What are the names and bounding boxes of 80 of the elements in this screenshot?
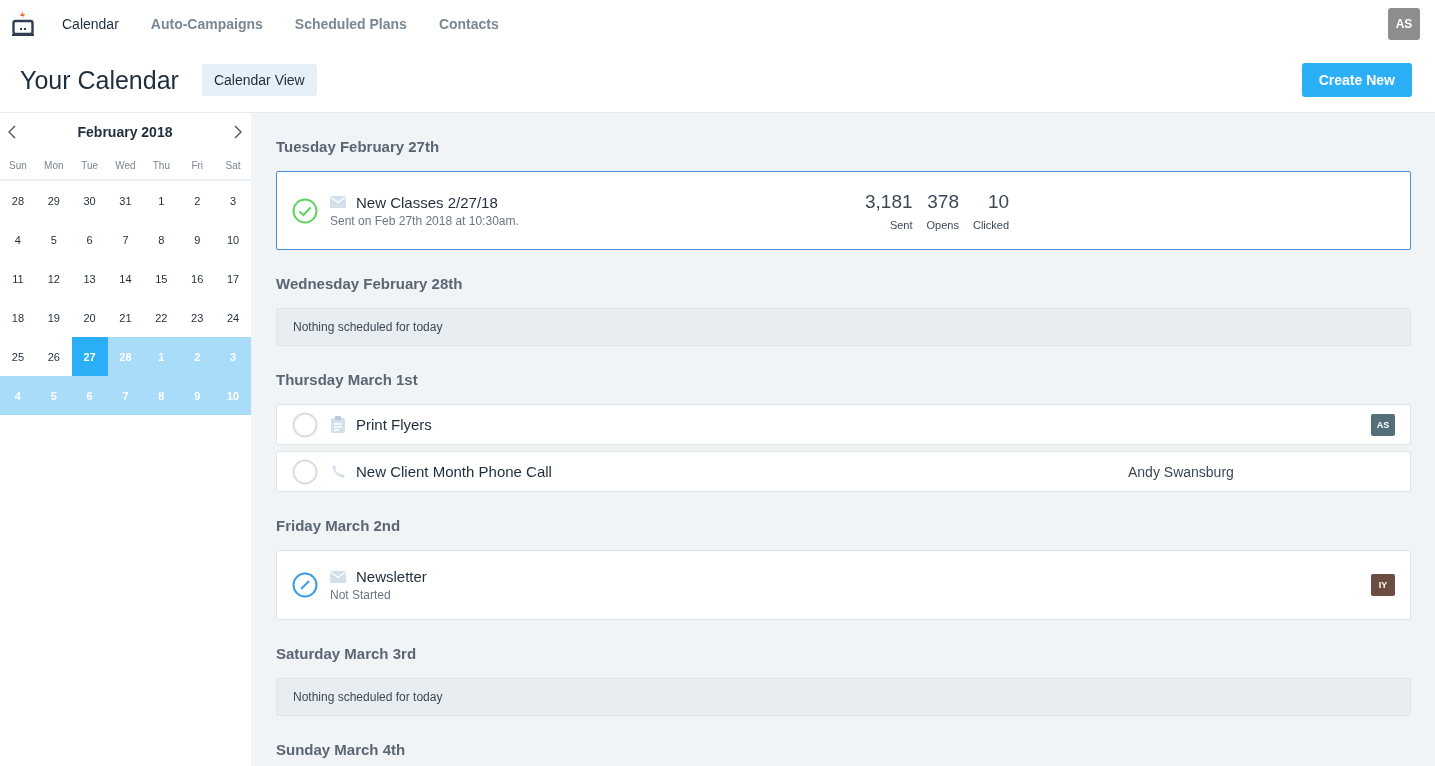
check-circle-icon[interactable] [292, 197, 318, 224]
pencil-circle-icon[interactable] [292, 572, 318, 598]
event-card[interactable]: Print Flyers AS [276, 404, 1411, 445]
calendar-day[interactable]: 4 [0, 220, 36, 259]
logo-icon[interactable] [12, 11, 34, 37]
assignee-badge: AS [1371, 413, 1395, 436]
empty-day-notice: Nothing scheduled for today [276, 678, 1411, 716]
envelope-icon [330, 570, 346, 583]
event-title: New Client Month Phone Call [356, 463, 552, 480]
calendar-day[interactable]: 2 [179, 181, 216, 220]
calendar-day[interactable]: 24 [215, 298, 251, 337]
nav-tab[interactable]: Scheduled Plans [294, 16, 407, 32]
calendar-day[interactable]: 16 [179, 259, 216, 298]
stat-label: Opens [926, 218, 959, 231]
calendar-day[interactable]: 28 [0, 181, 36, 220]
calendar-day[interactable]: 14 [107, 259, 144, 298]
day-heading: Friday March 2nd [276, 516, 402, 536]
event-status-text: Not Started [330, 588, 392, 602]
calendar-day[interactable]: 30 [71, 181, 108, 220]
stat-label: Sent [889, 218, 913, 231]
nav-tab[interactable]: Calendar [62, 16, 119, 32]
weekday-label: Tue [80, 159, 100, 171]
calendar-day[interactable]: 13 [71, 259, 108, 298]
calendar-day[interactable]: 6 [71, 220, 108, 259]
event-card[interactable]: New Classes 2/27/18 Sent on Feb 27th 2018 at 10:30am. 3,181 Sent 378 Opens 10 Clicked [276, 171, 1411, 250]
phone-icon [330, 464, 346, 479]
weekday-label: Mon [43, 159, 65, 171]
calendar-day[interactable]: 15 [143, 259, 180, 298]
calendar-day[interactable]: 26 [35, 337, 72, 376]
next-month-icon[interactable] [232, 124, 244, 140]
calendar-day[interactable]: 31 [107, 181, 144, 220]
nav-tab[interactable]: Auto-Campaigns [150, 16, 263, 32]
weekday-label: Wed [114, 159, 137, 171]
month-title: February 2018 [77, 124, 173, 140]
previous-month-icon[interactable] [6, 124, 18, 140]
calendar-day[interactable]: 22 [143, 298, 180, 337]
calendar-day[interactable]: 3 [215, 181, 251, 220]
calendar-day[interactable]: 7 [107, 220, 144, 259]
stat-value: 378 [927, 190, 959, 213]
event-card[interactable]: New Client Month Phone Call Andy Swansburg [276, 451, 1411, 492]
calendar-day[interactable]: 10 [215, 220, 251, 259]
day-heading: Wednesday February 28th [276, 274, 464, 294]
stat-label: Clicked [972, 218, 1010, 231]
stat-value: 3,181 [865, 190, 913, 213]
event-title: Print Flyers [356, 416, 432, 433]
day-heading: Tuesday February 27th [276, 137, 441, 157]
calendar-day[interactable]: 5 [35, 220, 72, 259]
nav-tab[interactable]: Contacts [438, 16, 499, 32]
day-heading: Sunday March 4th [276, 740, 407, 760]
calendar-day[interactable]: 20 [71, 298, 108, 337]
calendar-day[interactable]: 25 [0, 337, 36, 376]
envelope-icon [330, 196, 346, 208]
weekday-label: Sat [224, 159, 242, 171]
calendar-day[interactable]: 8 [143, 220, 180, 259]
calendar-view-button[interactable]: Calendar View [201, 64, 317, 96]
event-status-text: Sent on Feb 27th 2018 at 10:30am. [330, 213, 520, 228]
clipboard-icon [331, 416, 345, 433]
calendar-day[interactable]: 19 [35, 298, 72, 337]
day-heading: Saturday March 3rd [276, 644, 418, 664]
calendar-day[interactable]: 18 [0, 298, 36, 337]
event-card[interactable]: Newsletter Not Started IY [276, 550, 1411, 620]
calendar-day[interactable]: 21 [107, 298, 144, 337]
calendar-day[interactable]: 23 [179, 298, 216, 337]
weekday-label: Fri [190, 159, 205, 171]
calendar-day[interactable]: 17 [215, 259, 251, 298]
assignee-badge: IY [1371, 574, 1395, 596]
calendar-day[interactable]: 1 [143, 181, 180, 220]
stat-value: 10 [987, 190, 1010, 213]
event-title: New Classes 2/27/18 [356, 193, 498, 211]
weekday-label: Sun [8, 159, 28, 171]
event-title: Newsletter [356, 568, 427, 585]
day-heading: Thursday March 1st [276, 370, 419, 390]
page-title: Your Calendar [20, 65, 179, 95]
calendar-day[interactable]: 12 [35, 259, 72, 298]
assignee-name: Andy Swansburg [1128, 463, 1234, 480]
calendar-day[interactable]: 11 [0, 259, 36, 298]
calendar-day[interactable]: 9 [179, 220, 216, 259]
calendar-day[interactable]: 29 [35, 181, 72, 220]
empty-day-notice: Nothing scheduled for today [276, 308, 1411, 346]
weekday-label: Thu [151, 159, 171, 171]
